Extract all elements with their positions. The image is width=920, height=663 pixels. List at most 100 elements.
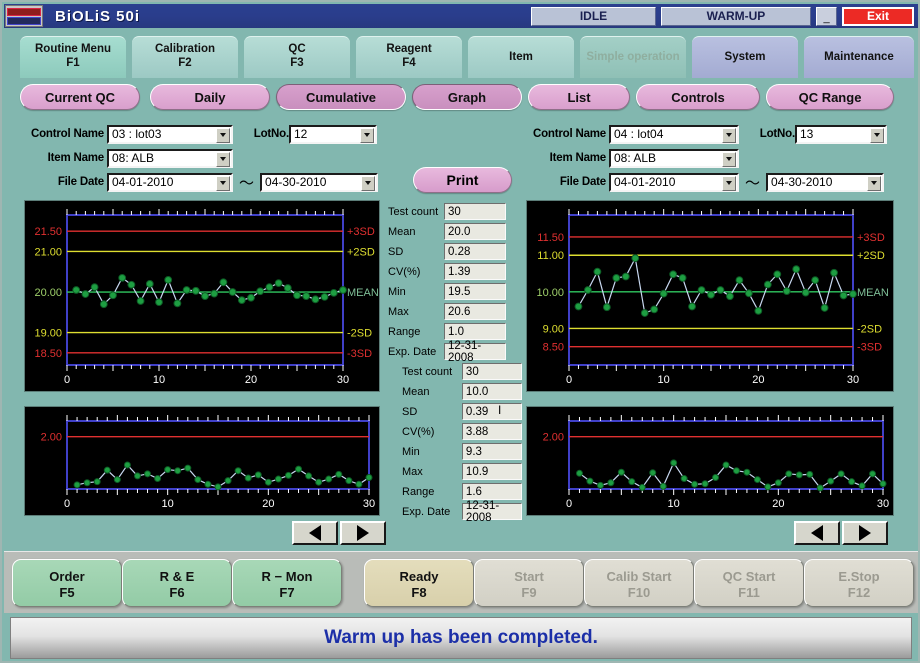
stat-row: Mean 10.0 <box>402 382 522 401</box>
right-control-name-select[interactable]: 04 : lot04 <box>609 124 739 144</box>
chevron-down-icon[interactable] <box>361 175 376 191</box>
subtab-list[interactable]: List <box>528 84 630 110</box>
application-window: BiOLiS 50i IDLE WARM-UP _ Exit Routine M… <box>0 0 920 663</box>
svg-text:0: 0 <box>566 498 572 510</box>
left-chart-prev-button[interactable] <box>292 521 338 545</box>
chevron-down-icon[interactable] <box>867 175 882 191</box>
stat-value[interactable]: 20.6 <box>444 303 506 320</box>
svg-text:20: 20 <box>245 374 257 386</box>
subtab-graph[interactable]: Graph <box>412 84 522 110</box>
svg-text:20: 20 <box>772 498 784 510</box>
right-levey-jennings-chart[interactable]: 0 10 20 30 11.50 11.00 10.00 9.00 8.50 +3SD +2SD ME… <box>526 200 894 392</box>
tab-system[interactable]: System <box>692 36 798 78</box>
left-item-name-select[interactable]: 08: ALB <box>107 148 233 168</box>
tab-qc[interactable]: QC F3 <box>244 36 350 78</box>
print-button[interactable]: Print <box>413 167 512 193</box>
right-file-date-to-value: 04-30-2010 <box>771 175 833 189</box>
left-chart-next-button[interactable] <box>340 521 386 545</box>
stat-value[interactable]: 1.39 <box>444 263 506 280</box>
tab-simple-operation: Simple operation <box>580 36 686 78</box>
left-file-date-from[interactable]: 04-01-2010 <box>107 172 233 192</box>
function-button-ready[interactable]: Ready F8 <box>364 559 474 607</box>
function-button-order[interactable]: Order F5 <box>12 559 122 607</box>
tab-label-line1: QC <box>288 43 306 55</box>
right-file-date-from[interactable]: 04-01-2010 <box>609 172 739 192</box>
stat-value[interactable]: 30 <box>461 363 522 380</box>
subtab-daily[interactable]: Daily <box>150 84 270 110</box>
arrow-left-icon <box>309 525 321 541</box>
function-button-r-and-e[interactable]: R & E F6 <box>122 559 232 607</box>
stat-value[interactable]: 20.0 <box>444 223 506 240</box>
left-file-date-from-value: 04-01-2010 <box>112 175 174 189</box>
stat-value[interactable]: 1.0 <box>444 323 506 340</box>
stat-label: Min <box>402 445 420 458</box>
status-message-bar: Warm up has been completed. <box>10 617 912 659</box>
stat-value[interactable]: 9.3 <box>461 443 522 460</box>
minimize-button[interactable]: _ <box>816 6 837 26</box>
chevron-down-icon[interactable] <box>870 127 884 143</box>
svg-text:2.00: 2.00 <box>41 432 62 444</box>
right-lotno-label: LotNo. <box>759 128 795 140</box>
right-file-date-to[interactable]: 04-30-2010 <box>766 172 885 192</box>
app-title: BiOLiS 50i <box>55 7 141 25</box>
svg-text:10.00: 10.00 <box>536 287 564 299</box>
chevron-down-icon[interactable] <box>722 175 736 191</box>
svg-text:30: 30 <box>847 374 859 386</box>
function-button-r-mon[interactable]: R − Mon F7 <box>232 559 342 607</box>
fbtn-label-line1: Order <box>49 569 85 584</box>
subtab-controls[interactable]: Controls <box>636 84 760 110</box>
stat-label: SD <box>388 245 404 258</box>
stat-row: CV(%) 3.88 <box>402 422 522 441</box>
left-item-name-value: 08: ALB <box>112 151 155 165</box>
chevron-down-icon[interactable] <box>360 127 374 143</box>
left-file-date-to[interactable]: 04-30-2010 <box>260 172 379 192</box>
right-file-date-label: File Date <box>559 176 606 188</box>
tab-reagent[interactable]: Reagent F4 <box>356 36 462 78</box>
right-chart-prev-button[interactable] <box>794 521 840 545</box>
stat-row: Range 1.6 <box>402 482 522 501</box>
tab-routine-menu[interactable]: Routine Menu F1 <box>20 36 126 78</box>
chevron-down-icon[interactable] <box>216 151 230 167</box>
left-item-name-label: Item Name <box>47 152 105 164</box>
stat-value[interactable]: 12-31-2008 <box>444 340 506 364</box>
svg-text:+3SD: +3SD <box>857 232 885 244</box>
stat-row: Min 9.3 <box>402 442 522 461</box>
tab-item[interactable]: Item <box>468 36 574 78</box>
tab-label-line1: Routine Menu <box>34 43 112 55</box>
svg-text:MEAN: MEAN <box>857 287 889 299</box>
chevron-down-icon[interactable] <box>216 175 230 191</box>
stat-value[interactable]: 3.88 <box>461 423 522 440</box>
left-lotno-select[interactable]: 12 <box>289 124 377 144</box>
left-levey-jennings-chart[interactable]: 0 10 20 30 21.50 21.00 20.00 19.00 18.50 +3SD +2SD… <box>24 200 380 392</box>
subtab-current-qc[interactable]: Current QC <box>20 84 140 110</box>
svg-text:-3SD: -3SD <box>857 342 882 354</box>
tab-calibration[interactable]: Calibration F2 <box>132 36 238 78</box>
subtab-qc-range[interactable]: QC Range <box>766 84 894 110</box>
stat-value[interactable]: 10.9 <box>461 463 522 480</box>
right-delta-chart[interactable]: 0 10 20 30 2.00 <box>526 406 894 516</box>
stat-value[interactable]: 30 <box>444 203 506 220</box>
stat-value[interactable]: 0.28 <box>444 243 506 260</box>
chevron-down-icon[interactable] <box>722 151 736 167</box>
right-item-name-select[interactable]: 08: ALB <box>609 148 739 168</box>
svg-text:0: 0 <box>64 374 70 386</box>
right-chart-next-button[interactable] <box>842 521 888 545</box>
tab-maintenance[interactable]: Maintenance <box>804 36 914 78</box>
right-lotno-select[interactable]: 13 <box>795 124 887 144</box>
chevron-down-icon[interactable] <box>722 127 736 143</box>
right-control-name-value: 04 : lot04 <box>614 127 664 141</box>
exit-button[interactable]: Exit <box>842 6 914 26</box>
stat-value[interactable]: 12-31-2008 <box>461 500 522 524</box>
function-button-qc-start: QC Start F11 <box>694 559 804 607</box>
left-control-name-select[interactable]: 03 : lot03 <box>107 124 233 144</box>
stat-value[interactable]: 19.5 <box>444 283 506 300</box>
stat-value[interactable]: 1.6 <box>461 483 522 500</box>
stat-value[interactable]: 10.0 <box>461 383 522 400</box>
stat-row: CV(%) 1.39 <box>388 262 508 281</box>
subtab-cumulative[interactable]: Cumulative <box>276 84 406 110</box>
left-delta-chart[interactable]: 0 10 20 30 2.00 <box>24 406 380 516</box>
svg-text:21.50: 21.50 <box>34 226 62 238</box>
stat-value[interactable]: 0.39 <box>461 403 522 420</box>
stat-row: SD 0.39 <box>402 402 522 421</box>
chevron-down-icon[interactable] <box>216 127 230 143</box>
